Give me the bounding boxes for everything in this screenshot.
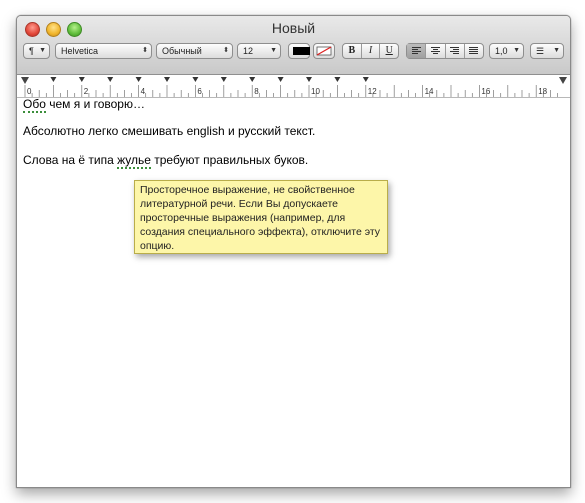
ruler-label: 6 bbox=[197, 87, 202, 96]
font-family-popup[interactable]: Helvetica ⬍ bbox=[55, 43, 152, 59]
tab-stop-marker[interactable] bbox=[107, 77, 114, 82]
ruler-label: 16 bbox=[481, 87, 490, 96]
chevron-down-icon: ▼ bbox=[270, 47, 277, 54]
text-line-3-before: Слова на ё типа bbox=[23, 153, 118, 167]
ruler-label: 0 bbox=[27, 87, 32, 96]
chevron-down-icon: ▼ bbox=[513, 47, 520, 54]
ruler-label: 14 bbox=[425, 87, 434, 96]
text-line-3: Слова на ё типа жулье требуют правильных… bbox=[23, 153, 309, 169]
font-style-value: Обычный bbox=[162, 46, 202, 56]
align-right-button[interactable] bbox=[446, 44, 465, 58]
tab-stop-marker[interactable] bbox=[277, 77, 284, 82]
grammar-tooltip: Просторечное выражение, не свойственное … bbox=[134, 180, 388, 254]
text-line-2: Абсолютно легко смешивать english и русс… bbox=[23, 124, 316, 138]
font-family-value: Helvetica bbox=[61, 46, 99, 56]
text-line-3-after: требуют правильных буков. bbox=[150, 153, 309, 167]
paragraph-style-icon: ¶ bbox=[29, 46, 34, 56]
tab-stop-marker[interactable] bbox=[334, 77, 341, 82]
tab-stop-marker[interactable] bbox=[78, 77, 85, 82]
flagged-word[interactable]: жулье bbox=[117, 153, 151, 169]
ruler-label: 8 bbox=[254, 87, 259, 96]
tab-stop-marker[interactable] bbox=[135, 77, 142, 82]
align-left-icon bbox=[411, 47, 421, 55]
ruler-label: 12 bbox=[368, 87, 377, 96]
underline-button[interactable]: U bbox=[380, 44, 398, 58]
align-justify-icon bbox=[469, 47, 479, 55]
ruler-label: 18 bbox=[538, 87, 547, 96]
left-indent-marker[interactable] bbox=[21, 77, 29, 84]
ruler-label: 4 bbox=[141, 87, 146, 96]
text-line-1: Обо чем я и говорю… bbox=[23, 97, 145, 113]
alignment-segment bbox=[406, 43, 484, 59]
font-size-combo[interactable]: 12 ▼ bbox=[237, 43, 281, 59]
text-style-segment: B I U bbox=[342, 43, 399, 59]
text-color-well[interactable] bbox=[288, 43, 310, 59]
italic-button[interactable]: I bbox=[362, 44, 381, 58]
document-text-area[interactable]: Обо чем я и говорю… Абсолютно легко смеш… bbox=[23, 97, 564, 487]
ruler[interactable]: 0 2 4 6 8 10 12 14 16 18 bbox=[17, 75, 570, 98]
paragraph-style-popup[interactable]: ¶ ▼ bbox=[23, 43, 50, 59]
text-line-1-rest: чем я и говорю… bbox=[45, 97, 145, 111]
no-highlight-icon bbox=[316, 46, 332, 56]
title-bar: Новый ¶ ▼ Helvetica ⬍ Обычный ⬍ 12 ▼ B I… bbox=[17, 16, 570, 75]
ruler-label: 2 bbox=[84, 87, 89, 96]
list-style-popup[interactable]: ☰ ▼ bbox=[530, 43, 564, 59]
updown-arrows-icon: ⬍ bbox=[223, 47, 229, 54]
tab-stop-marker[interactable] bbox=[220, 77, 227, 82]
font-style-popup[interactable]: Обычный ⬍ bbox=[156, 43, 233, 59]
misspelled-word[interactable]: Обо bbox=[23, 97, 46, 113]
align-justify-button[interactable] bbox=[465, 44, 483, 58]
tab-stop-marker[interactable] bbox=[306, 77, 312, 82]
highlight-color-well[interactable] bbox=[313, 43, 335, 59]
tab-stop-marker[interactable] bbox=[362, 77, 369, 82]
window-title: Новый bbox=[271, 20, 316, 36]
tab-stop-marker[interactable] bbox=[192, 77, 199, 82]
bold-button[interactable]: B bbox=[343, 44, 362, 58]
text-edit-window: Новый ¶ ▼ Helvetica ⬍ Обычный ⬍ 12 ▼ B I… bbox=[16, 15, 571, 488]
align-center-icon bbox=[430, 47, 440, 55]
align-center-button[interactable] bbox=[426, 44, 446, 58]
line-spacing-popup[interactable]: 1,0 ▼ bbox=[489, 43, 524, 59]
chevron-down-icon: ▼ bbox=[553, 47, 560, 54]
line-spacing-value: 1,0 bbox=[495, 46, 508, 56]
list-bullets-icon: ☰ bbox=[536, 46, 545, 56]
updown-arrows-icon: ⬍ bbox=[142, 47, 148, 54]
font-size-value: 12 bbox=[243, 46, 254, 56]
ruler-ticks: 0 2 4 6 8 10 12 14 16 18 bbox=[21, 77, 567, 97]
tab-stop-marker[interactable] bbox=[50, 77, 57, 82]
align-left-button[interactable] bbox=[407, 44, 427, 58]
tab-stop-marker[interactable] bbox=[249, 77, 256, 82]
ruler-label: 10 bbox=[311, 87, 320, 96]
right-margin-marker[interactable] bbox=[559, 77, 567, 84]
text-color-swatch bbox=[293, 47, 310, 55]
align-right-icon bbox=[450, 47, 460, 55]
chevron-down-icon: ▼ bbox=[39, 47, 46, 54]
tab-stop-marker[interactable] bbox=[164, 77, 170, 82]
